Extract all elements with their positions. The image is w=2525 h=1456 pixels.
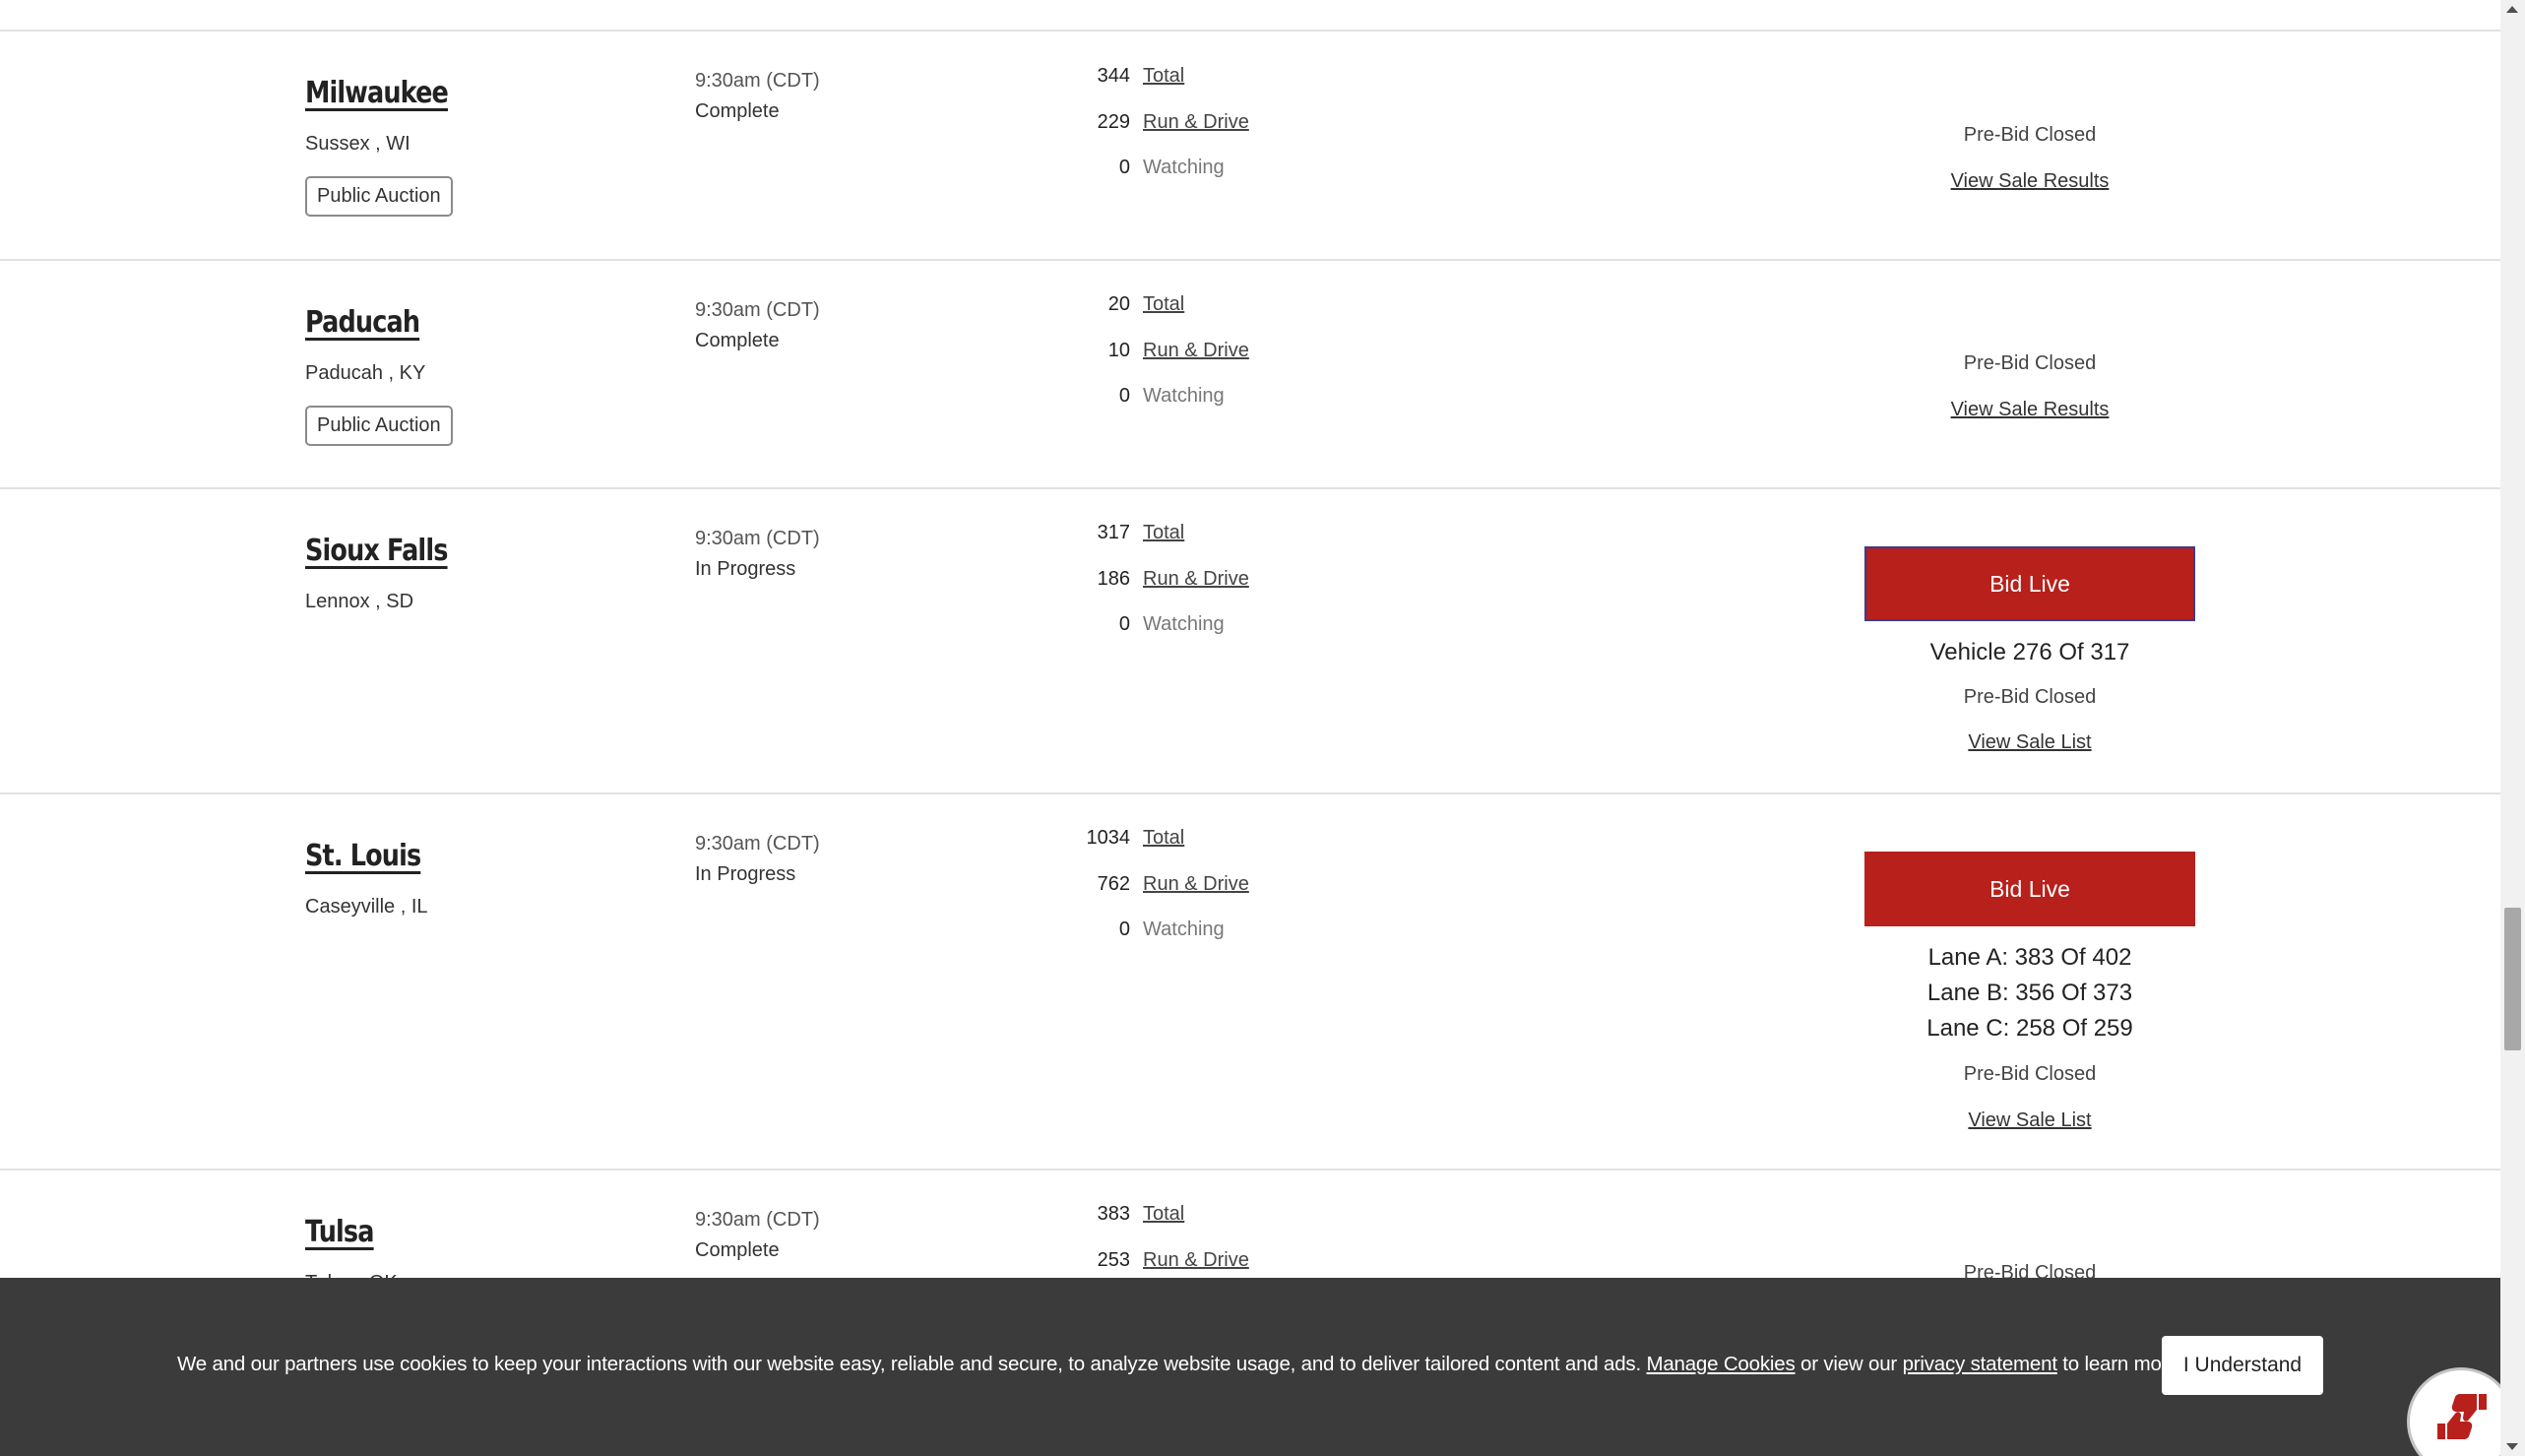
scroll-up-icon[interactable]: [2506, 6, 2518, 13]
watching-stat: 0 Watching: [1024, 915, 1319, 944]
scroll-down-icon[interactable]: [2506, 1443, 2518, 1450]
auction-row-milwaukee: Milwaukee Sussex , WI Public Auction 9:3…: [0, 32, 2500, 261]
auction-time: 9:30am (CDT): [695, 70, 820, 92]
page: Milwaukee Sussex , WI Public Auction 9:3…: [0, 0, 2500, 1456]
manage-cookies-link[interactable]: Manage Cookies: [1646, 1353, 1795, 1375]
total-count: 344: [1097, 65, 1130, 87]
auction-status: Complete: [695, 1239, 780, 1261]
privacy-statement-link[interactable]: privacy statement: [1903, 1353, 2057, 1375]
vehicle-progress: Vehicle 276 Of 317: [1929, 639, 2130, 665]
total-stat: 344 Total: [1024, 61, 1319, 91]
vertical-scrollbar[interactable]: [2500, 0, 2525, 1456]
auction-city-link[interactable]: Tulsa: [305, 1215, 374, 1249]
public-auction-badge: Public Auction: [305, 176, 453, 217]
feedback-button[interactable]: [2407, 1367, 2500, 1456]
total-stat: 20 Total: [1024, 289, 1319, 319]
total-count: 383: [1097, 1203, 1130, 1225]
auction-location: Lennox , SD: [305, 591, 414, 612]
watching-count: 0: [1118, 918, 1130, 940]
run-drive-stat: 10 Run & Drive: [1024, 336, 1319, 365]
view-sale-results-link[interactable]: View Sale Results: [1825, 399, 2235, 421]
total-count: 1034: [1086, 827, 1131, 849]
total-link[interactable]: Total: [1143, 289, 1184, 319]
auction-row-paducah: Paducah Paducah , KY Public Auction 9:30…: [0, 261, 2500, 489]
total-stat: 317 Total: [1024, 518, 1319, 547]
auction-time: 9:30am (CDT): [695, 833, 820, 855]
run-drive-stat: 229 Run & Drive: [1024, 107, 1319, 137]
run-drive-count: 10: [1107, 340, 1130, 361]
run-drive-stat: 762 Run & Drive: [1024, 869, 1319, 899]
auction-time: 9:30am (CDT): [695, 299, 820, 321]
run-drive-count: 253: [1097, 1249, 1130, 1271]
cookie-message: We and our partners use cookies to keep …: [177, 1353, 2184, 1376]
watching-count: 0: [1118, 157, 1130, 178]
run-drive-link[interactable]: Run & Drive: [1143, 336, 1249, 365]
watching-label: Watching: [1143, 918, 1225, 940]
watching-stat: 0 Watching: [1024, 381, 1319, 411]
auction-row-st-louis: St. Louis Caseyville , IL 9:30am (CDT) I…: [0, 794, 2500, 1171]
total-count: 20: [1107, 293, 1130, 315]
total-count: 317: [1097, 522, 1130, 543]
prebid-status: Pre-Bid Closed: [1963, 1063, 2097, 1085]
cookie-text-before: We and our partners use cookies to keep …: [177, 1353, 1647, 1375]
view-sale-results-link[interactable]: View Sale Results: [1825, 170, 2235, 193]
auction-location: Caseyville , IL: [305, 896, 428, 918]
auction-location: Sussex , WI: [305, 133, 410, 155]
bid-live-button[interactable]: Bid Live: [1864, 852, 2195, 926]
run-drive-stat: 186 Run & Drive: [1024, 564, 1319, 594]
view-sale-list-link[interactable]: View Sale List: [1825, 1109, 2235, 1132]
watching-label: Watching: [1143, 385, 1225, 407]
auction-row-sioux-falls: Sioux Falls Lennox , SD 9:30am (CDT) In …: [0, 489, 2500, 794]
i-understand-button[interactable]: I Understand: [2162, 1336, 2323, 1395]
run-drive-count: 762: [1097, 873, 1130, 895]
watching-stat: 0 Watching: [1024, 153, 1319, 182]
view-sale-list-link[interactable]: View Sale List: [1825, 731, 2235, 754]
run-drive-count: 186: [1097, 568, 1130, 590]
total-link[interactable]: Total: [1143, 1199, 1184, 1229]
auction-time: 9:30am (CDT): [695, 528, 820, 549]
thumbs-up-down-icon: [2437, 1394, 2487, 1439]
prebid-status: Pre-Bid Closed: [1963, 686, 2097, 708]
total-link[interactable]: Total: [1143, 518, 1184, 547]
auction-time: 9:30am (CDT): [695, 1209, 820, 1231]
prebid-status: Pre-Bid Closed: [1963, 124, 2097, 146]
total-stat: 1034 Total: [1024, 823, 1319, 853]
run-drive-link[interactable]: Run & Drive: [1143, 869, 1249, 899]
run-drive-stat: 253 Run & Drive: [1024, 1245, 1319, 1275]
lane-progress: Lane B: 356 Of 373: [1926, 980, 2133, 1006]
auction-city-link[interactable]: Milwaukee: [305, 76, 449, 110]
public-auction-badge: Public Auction: [305, 406, 453, 446]
cookie-banner: We and our partners use cookies to keep …: [0, 1278, 2500, 1456]
scroll-thumb[interactable]: [2504, 908, 2521, 1050]
auction-city-link[interactable]: St. Louis: [305, 839, 421, 873]
cookie-text-middle: or view our: [1795, 1353, 1903, 1375]
watching-label: Watching: [1143, 613, 1225, 635]
run-drive-link[interactable]: Run & Drive: [1143, 107, 1249, 137]
auction-city-link[interactable]: Sioux Falls: [305, 534, 448, 568]
watching-count: 0: [1118, 385, 1130, 407]
auction-status: In Progress: [695, 863, 796, 885]
auction-status: Complete: [695, 100, 780, 122]
run-drive-count: 229: [1097, 111, 1130, 133]
prebid-status: Pre-Bid Closed: [1963, 352, 2097, 374]
total-stat: 383 Total: [1024, 1199, 1319, 1229]
bid-live-button[interactable]: Bid Live: [1864, 546, 2195, 621]
run-drive-link[interactable]: Run & Drive: [1143, 1245, 1249, 1275]
auction-city-link[interactable]: Paducah: [305, 305, 420, 340]
auction-status: In Progress: [695, 558, 796, 580]
watching-stat: 0 Watching: [1024, 609, 1319, 639]
watching-label: Watching: [1143, 157, 1225, 178]
run-drive-link[interactable]: Run & Drive: [1143, 564, 1249, 594]
total-link[interactable]: Total: [1143, 823, 1184, 853]
lane-progress: Lane A: 383 Of 402: [1927, 944, 2132, 971]
auction-status: Complete: [695, 330, 780, 351]
lane-progress: Lane C: 258 Of 259: [1926, 1015, 2133, 1042]
watching-count: 0: [1118, 613, 1130, 635]
total-link[interactable]: Total: [1143, 61, 1184, 91]
auction-location: Paducah , KY: [305, 362, 426, 384]
